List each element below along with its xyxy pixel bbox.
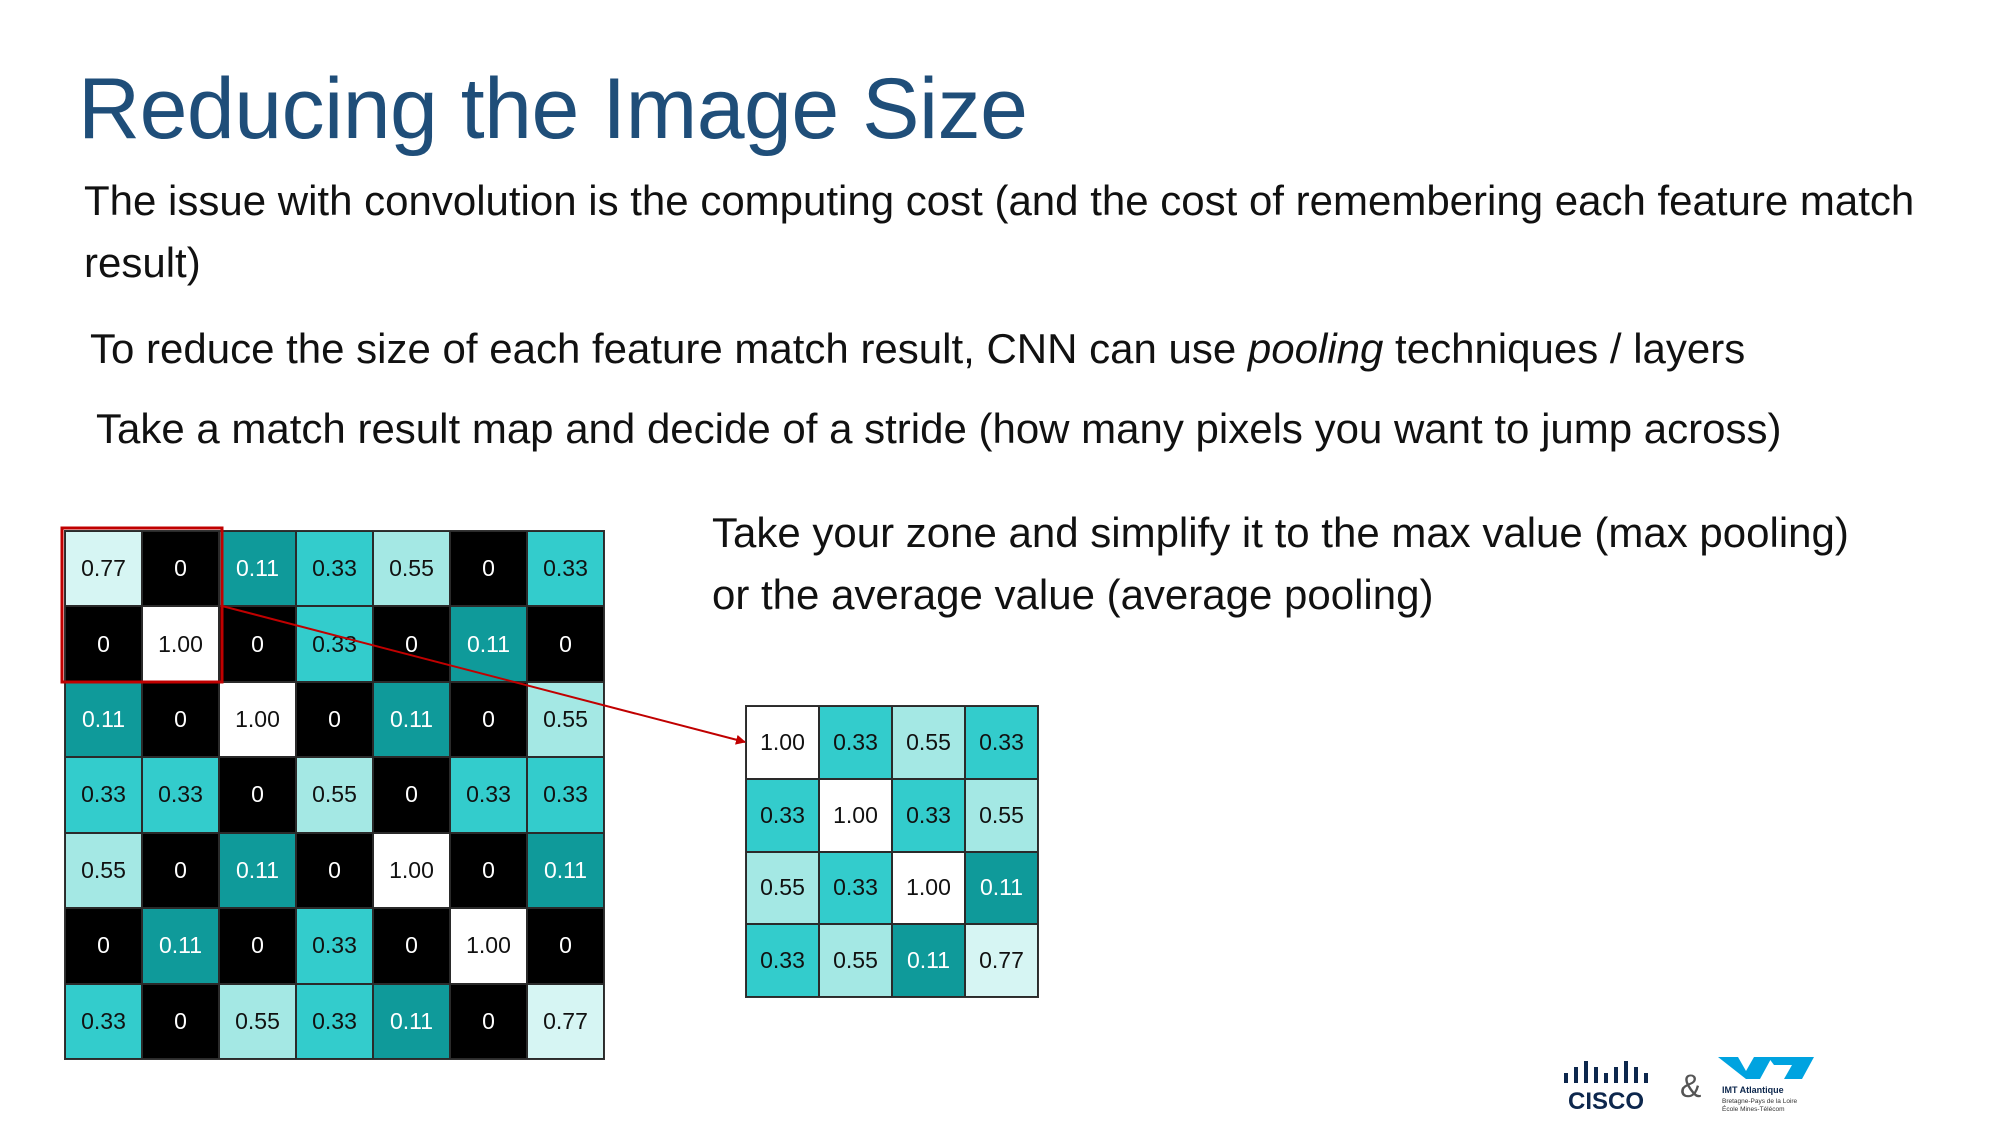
feature-map-cell: 0	[450, 832, 527, 909]
feature-map-cell: 0.55	[373, 531, 450, 607]
feature-map-cell: 0	[142, 983, 219, 1059]
imt-line2: Bretagne-Pays de la Loire	[1722, 1098, 1798, 1105]
feature-map-cell: 0.33	[296, 531, 373, 607]
feature-map-cell: 0	[373, 908, 450, 984]
pooled-map-cell: 0.77	[965, 924, 1038, 997]
feature-map-cell: 0	[373, 757, 450, 833]
feature-map-cell: 0.11	[219, 832, 296, 909]
pooled-map-grid: 1.00 0.33 0.55 0.33 0.33 1.00 0.33 0.55 0.55 0.33…	[745, 705, 1039, 998]
feature-map-cell: 0.11	[450, 606, 527, 682]
feature-map-cell: 0	[65, 908, 142, 984]
feature-map-cell: 0.55	[296, 757, 373, 833]
ampersand: &	[1680, 1068, 1701, 1104]
pooled-map-cell: 0.55	[892, 706, 965, 779]
slide-title: Reducing the Image Size	[78, 61, 1028, 157]
feature-map-cell: 0.55	[527, 681, 604, 758]
pooled-map-cell: 1.00	[892, 851, 965, 925]
pooled-map-cell: 0.55	[746, 851, 819, 925]
cisco-wordmark: CISCO	[1568, 1088, 1644, 1115]
feature-map-cell: 0	[142, 832, 219, 909]
feature-map-cell: 0.55	[219, 983, 296, 1059]
feature-map-cell: 1.00	[142, 606, 219, 682]
feature-map-cell: 0.33	[296, 606, 373, 682]
pooling-emphasis: pooling	[1247, 325, 1384, 372]
logo-area: CISCO & IMT Atlantique Bretagne-Pays de …	[1564, 1057, 1814, 1115]
feature-map-cell: 0	[219, 908, 296, 984]
feature-map-cell: 0.33	[65, 757, 142, 833]
feature-map-cell: 0	[373, 606, 450, 682]
feature-map-cell: 1.00	[450, 908, 527, 984]
feature-map-cell: 0	[450, 681, 527, 758]
pooled-map-cell: 1.00	[819, 778, 892, 852]
pooled-map-cell: 0.33	[892, 778, 965, 852]
feature-map-cell: 0	[296, 681, 373, 758]
feature-map-cell: 0.11	[527, 832, 604, 909]
pooled-map-cell: 0.33	[965, 706, 1038, 779]
feature-map-cell: 0.11	[65, 681, 142, 758]
imt-name: IMT Atlantique	[1722, 1085, 1784, 1095]
feature-map-cell: 0	[219, 757, 296, 833]
imt-line3: École Mines-Télécom	[1722, 1104, 1785, 1113]
feature-map-cell: 0.77	[527, 983, 604, 1059]
feature-map-cell: 0.33	[450, 757, 527, 833]
feature-map-cell: 0.33	[527, 531, 604, 607]
feature-map-cell: 0.11	[373, 681, 450, 758]
paragraph-pooling-text-before: To reduce the size of each feature match…	[90, 325, 1248, 372]
feature-map-cell: 0.77	[65, 531, 142, 607]
feature-map-cell: 0	[450, 983, 527, 1059]
feature-map-cell: 0	[296, 832, 373, 909]
feature-map-cell: 0.55	[65, 832, 142, 909]
feature-map-cell: 0.33	[296, 908, 373, 984]
feature-map-cell: 0.33	[296, 983, 373, 1059]
pooled-map-cell: 0.33	[746, 924, 819, 997]
pooled-map-cell: 0.33	[819, 851, 892, 925]
pooled-map-cell: 0.55	[965, 778, 1038, 852]
pooled-map-cell: 0.33	[819, 706, 892, 779]
feature-map-cell: 0.11	[373, 983, 450, 1059]
paragraph-stride: Take a match result map and decide of a …	[96, 405, 1782, 452]
feature-map-cell: 0	[527, 908, 604, 984]
pooled-map-cell: 0.11	[892, 924, 965, 997]
imt-atlantique-logo: IMT Atlantique Bretagne-Pays de la Loire…	[1718, 1057, 1814, 1113]
feature-map-cell: 0	[65, 606, 142, 682]
cisco-logo: CISCO	[1564, 1061, 1648, 1115]
feature-map-cell: 0	[142, 531, 219, 607]
paragraph-pooling-text-after: techniques / layers	[1383, 325, 1746, 372]
feature-map-cell: 1.00	[373, 832, 450, 909]
feature-map-cell: 1.00	[219, 681, 296, 758]
paragraph-computing-cost: The issue with convolution is the comput…	[84, 177, 1915, 286]
feature-map-cell: 0	[142, 681, 219, 758]
pooled-map-cell: 1.00	[746, 706, 819, 779]
paragraph-pooling: To reduce the size of each feature match…	[90, 318, 1950, 380]
pooled-map-cell: 0.11	[965, 851, 1038, 925]
feature-map-cell: 0	[527, 606, 604, 682]
feature-map-cell: 0.11	[142, 908, 219, 984]
feature-map-cell: 0	[219, 606, 296, 682]
pooled-map-cell: 0.33	[746, 778, 819, 852]
feature-map-grid: 0.77 0 0.11 0.33 0.55 0 0.33 0 1.00 0 0.33 0 0.11 0 0.…	[64, 530, 605, 1060]
feature-map-cell: 0.33	[527, 757, 604, 833]
feature-map-cell: 0.11	[219, 531, 296, 607]
feature-map-cell: 0	[450, 531, 527, 607]
feature-map-cell: 0.33	[142, 757, 219, 833]
paragraph-max-average: Take your zone and simplify it to the ma…	[712, 509, 1849, 618]
pooled-map-cell: 0.55	[819, 924, 892, 997]
feature-map-cell: 0.33	[65, 983, 142, 1059]
